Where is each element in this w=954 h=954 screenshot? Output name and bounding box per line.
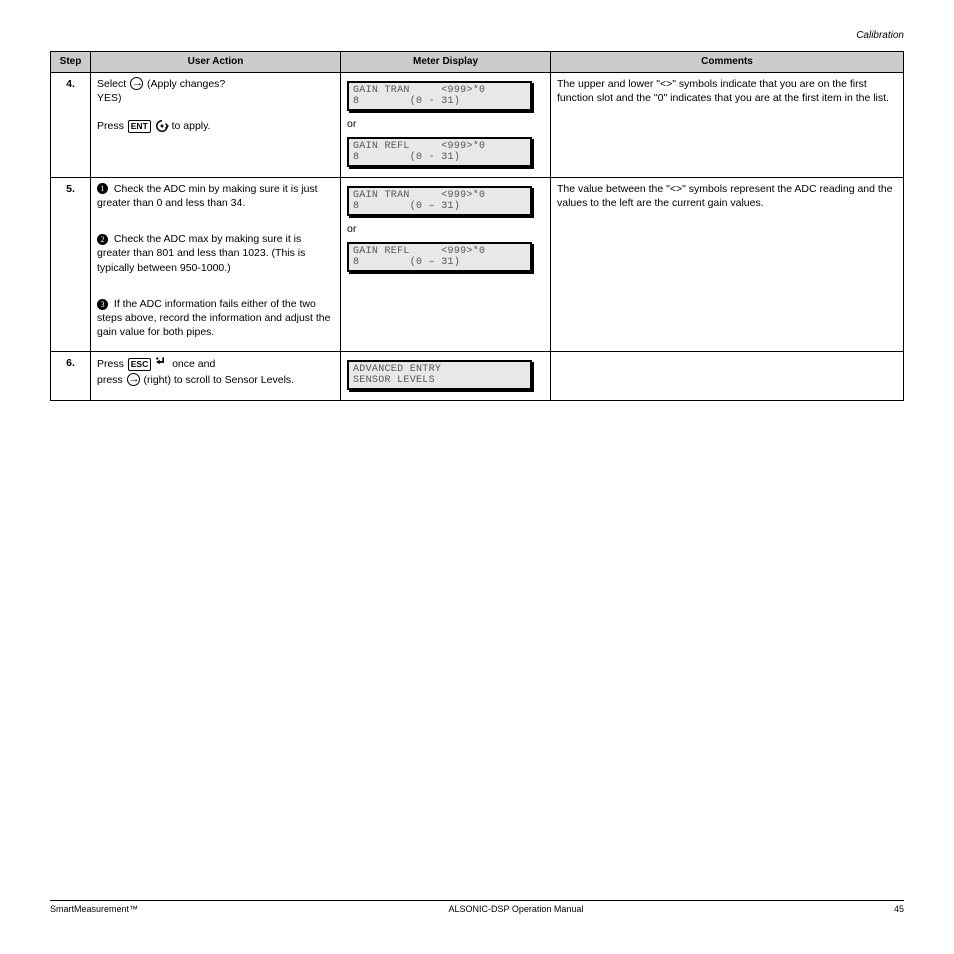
- page-footer: SmartMeasurement™ 45 ALSONIC-DSP Operati…: [50, 900, 904, 914]
- footer-mid: ALSONIC-DSP Operation Manual: [50, 904, 904, 914]
- text: press: [97, 374, 126, 386]
- esc-icon: [155, 356, 169, 372]
- step-number: 4.: [51, 72, 91, 177]
- col-step: Step: [51, 52, 91, 73]
- user-action-cell: 1 Check the ADC min by making sure it is…: [91, 177, 341, 352]
- col-meter-display: Meter Display: [341, 52, 551, 73]
- bullet-1-icon: 1: [97, 183, 108, 194]
- table-row: 6. Press ESC once and press (right) to s…: [51, 352, 904, 401]
- text: Press: [97, 358, 127, 370]
- text: If the ADC information fails either of t…: [97, 298, 330, 338]
- page-section-title: Calibration: [50, 30, 904, 41]
- bullet-3-icon: 3: [97, 299, 108, 310]
- comment-cell: The upper and lower "<>" symbols indicat…: [551, 72, 904, 177]
- text: (Apply changes?: [147, 78, 225, 90]
- bullet-2-icon: 2: [97, 234, 108, 245]
- text: Press: [97, 120, 127, 132]
- right-arrow-icon: [127, 373, 140, 386]
- or-text: or: [347, 117, 544, 131]
- user-action-cell: Press ESC once and press (right) to scro…: [91, 352, 341, 401]
- meter-display-cell: GAIN TRAN <999>*0 8 (0 - 31) or GAIN REF…: [341, 72, 551, 177]
- col-user-action: User Action: [91, 52, 341, 73]
- enter-icon: [155, 119, 169, 133]
- table-row: 5. 1 Check the ADC min by making sure it…: [51, 177, 904, 352]
- comment-cell: [551, 352, 904, 401]
- or-text: or: [347, 222, 544, 236]
- lcd-display: GAIN REFL <999>*0 8 (0 - 31): [347, 137, 532, 167]
- lcd-display: ADVANCED ENTRY SENSOR LEVELS: [347, 360, 532, 390]
- text: to apply.: [172, 120, 211, 132]
- esc-key-label: ESC: [128, 358, 151, 371]
- ent-key-label: ENT: [128, 120, 151, 133]
- meter-display-cell: ADVANCED ENTRY SENSOR LEVELS: [341, 352, 551, 401]
- text: Check the ADC min by making sure it is j…: [97, 183, 318, 209]
- lcd-display: GAIN TRAN <999>*0 8 (0 - 31): [347, 81, 532, 111]
- meter-display-cell: GAIN TRAN <999>*0 8 (0 – 31) or GAIN REF…: [341, 177, 551, 352]
- comment-cell: The value between the "<>" symbols repre…: [551, 177, 904, 352]
- text: Check the ADC max by making sure it is g…: [97, 233, 305, 273]
- right-arrow-icon: [130, 77, 143, 90]
- col-comments: Comments: [551, 52, 904, 73]
- text: Select: [97, 78, 126, 90]
- text: once and: [172, 358, 215, 370]
- step-number: 6.: [51, 352, 91, 401]
- table-row: 4. Select (Apply changes? YES) Press ENT…: [51, 72, 904, 177]
- user-action-cell: Select (Apply changes? YES) Press ENT to…: [91, 72, 341, 177]
- lcd-display: GAIN TRAN <999>*0 8 (0 – 31): [347, 186, 532, 216]
- procedure-table: Step User Action Meter Display Comments …: [50, 51, 904, 401]
- footer-page-number: 45: [894, 904, 904, 914]
- text: (right) to scroll to Sensor Levels.: [144, 374, 295, 386]
- table-header-row: Step User Action Meter Display Comments: [51, 52, 904, 73]
- step-number: 5.: [51, 177, 91, 352]
- text: YES): [97, 92, 122, 104]
- lcd-display: GAIN REFL <999>*0 8 (0 – 31): [347, 242, 532, 272]
- footer-left: SmartMeasurement™: [50, 904, 138, 914]
